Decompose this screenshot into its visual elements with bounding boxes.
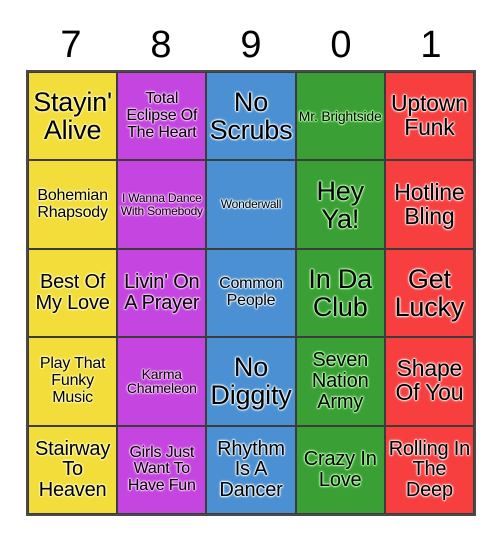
bingo-cell[interactable]: Common People [206,248,296,338]
bingo-cell-label: In Da Club [308,263,372,322]
bingo-cell[interactable]: Wonderwall [206,160,296,249]
bingo-cell[interactable]: Crazy In Love [295,425,385,514]
bingo-cell-label: Stairway To Heaven [35,437,111,502]
bingo-cell[interactable]: Bohemian Rhapsody [28,160,118,249]
column-header-3: 0 [330,24,352,66]
bingo-cell[interactable]: Total Eclipse Of The Heart [117,72,207,161]
bingo-cell[interactable]: Play That Funky Music [28,337,118,426]
bingo-cell[interactable]: Rolling In The Deep [384,425,474,514]
column-header-4: 1 [420,24,442,66]
bingo-cell-label: Seven Nation Army [311,349,369,413]
bingo-cell-label: Mr. Brightside [298,107,382,124]
column-header-0: 7 [60,24,82,66]
bingo-cell[interactable]: I Wanna Dance With Somebody [117,160,207,249]
bingo-cell-label: I Wanna Dance With Somebody [120,191,203,218]
column-header-2: 9 [240,24,262,66]
bingo-cell-label: Wonderwall [220,197,282,212]
bingo-cell[interactable]: Mr. Brightside [295,72,385,161]
bingo-cell-label: Livin' On A Prayer [124,271,200,314]
bingo-cell[interactable]: Uptown Funk [384,72,474,161]
bingo-cell-label: Girls Just Want To Have Fun [127,443,196,495]
bingo-cell-label: Total Eclipse Of The Heart [126,90,198,141]
bingo-cell-label: Crazy In Love [303,448,377,491]
bingo-grid: Stayin' Alive Total Eclipse Of The Heart N… [26,70,476,516]
bingo-cell[interactable]: Karma Chameleon [117,337,207,426]
column-header-row: 7 8 9 0 1 [26,20,476,70]
bingo-cell-label: Shape Of You [395,355,464,406]
bingo-card: 7 8 9 0 1 Stayin' Alive Total Eclipse Of The … [0,0,500,544]
bingo-cell[interactable]: Livin' On A Prayer [117,248,207,338]
bingo-cell[interactable]: Hotline Bling [384,160,474,249]
bingo-cell[interactable]: No Diggity [206,337,296,426]
bingo-cell-label: Uptown Funk [390,90,468,141]
bingo-cell[interactable]: No Scrubs [206,72,296,161]
bingo-cell-label: Karma Chameleon [126,365,197,397]
bingo-cell-label: Best Of My Love [35,271,110,314]
bingo-cell-label: Hey Ya! [316,175,364,234]
bingo-cell-label: Bohemian Rhapsody [37,186,108,221]
bingo-cell-label: Rhythm Is A Dancer [217,437,285,502]
bingo-cell[interactable]: Shape Of You [384,337,474,426]
bingo-cell[interactable]: Hey Ya! [295,160,385,249]
bingo-cell-label: Get Lucky [394,263,465,322]
bingo-cell-label: No Diggity [210,352,292,411]
bingo-cell-label: Common People [219,275,283,309]
bingo-cell-label: Play That Funky Music [39,355,106,406]
bingo-cell-label: Rolling In The Deep [388,437,471,502]
bingo-cell[interactable]: Seven Nation Army [295,337,385,426]
bingo-cell-label: No Scrubs [209,87,293,146]
bingo-cell[interactable]: Best Of My Love [28,248,118,338]
column-header-1: 8 [150,24,172,66]
bingo-cell[interactable]: Girls Just Want To Have Fun [117,425,207,514]
bingo-cell[interactable]: Get Lucky [384,248,474,338]
bingo-cell[interactable]: In Da Club [295,248,385,338]
bingo-cell[interactable]: Rhythm Is A Dancer [206,425,296,514]
bingo-cell[interactable]: Stairway To Heaven [28,425,118,514]
bingo-cell-label: Hotline Bling [394,178,465,229]
bingo-cell[interactable]: Stayin' Alive [28,72,118,161]
bingo-cell-label: Stayin' Alive [33,87,112,146]
